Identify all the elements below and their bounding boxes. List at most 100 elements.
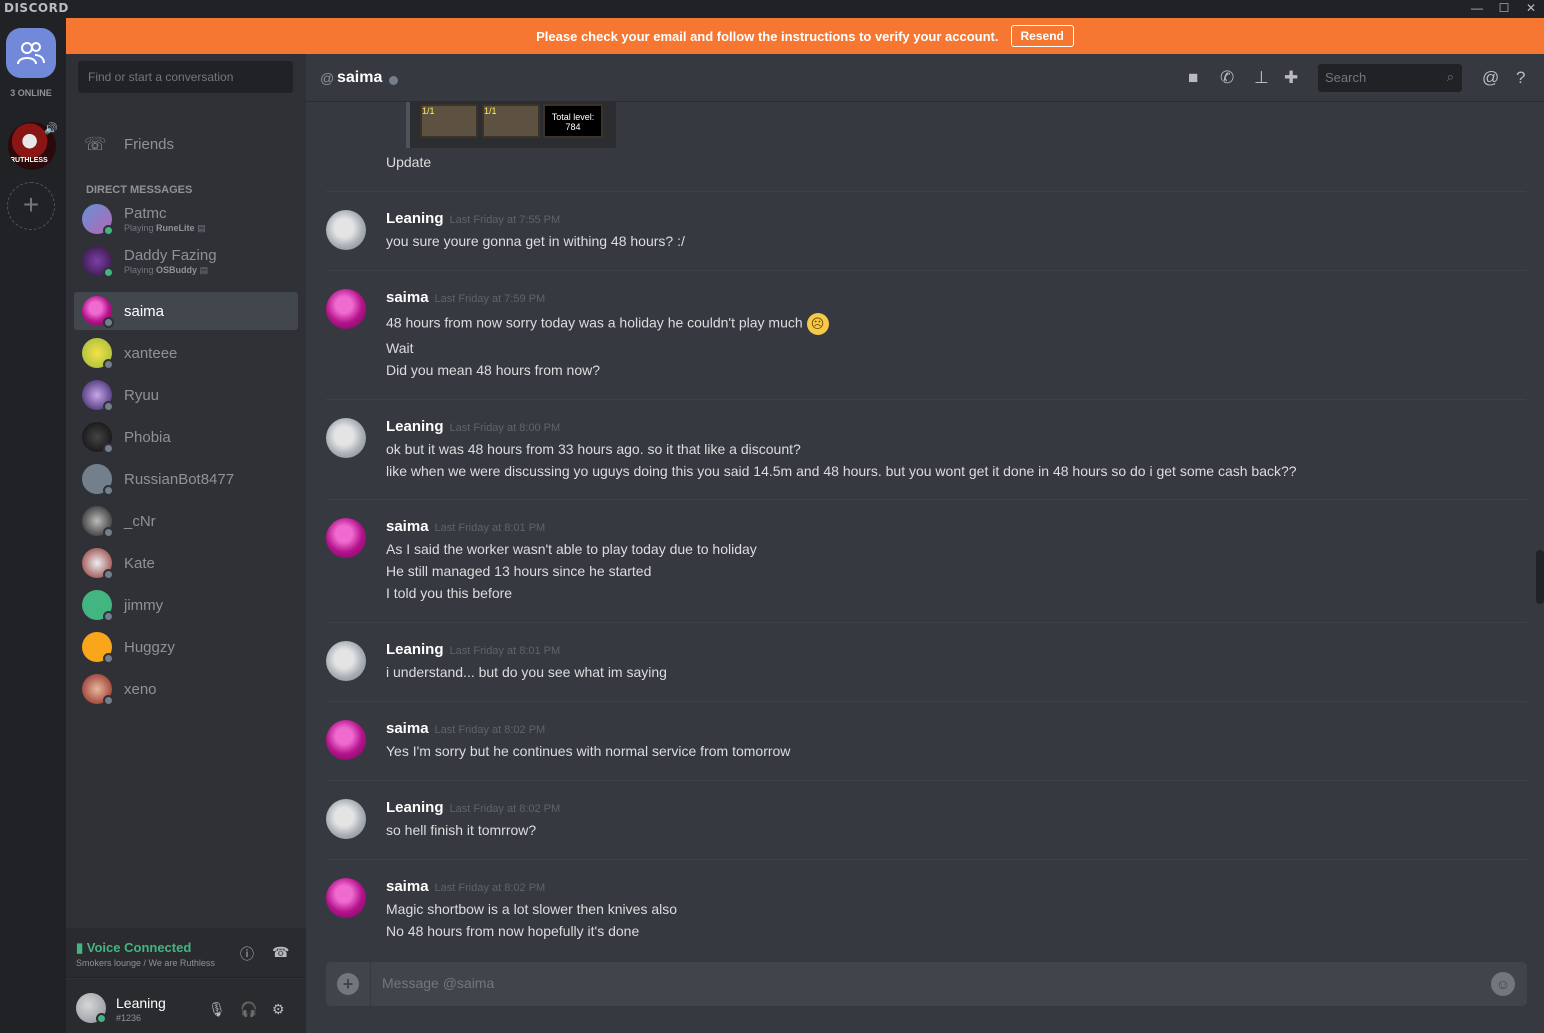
add-server-button[interactable]: + [7, 182, 55, 230]
message-author[interactable]: Leaning [386, 210, 444, 227]
message-composer: + Message @saima ☺ [326, 962, 1527, 1006]
voice-call-icon[interactable]: ✆ [1220, 68, 1234, 88]
home-button[interactable] [6, 28, 56, 78]
avatar[interactable] [326, 518, 366, 558]
avatar[interactable] [326, 799, 366, 839]
status-offline-indicator [103, 359, 114, 370]
avatar[interactable] [326, 641, 366, 681]
message-author[interactable]: saima [386, 878, 429, 895]
message-author[interactable]: saima [386, 518, 429, 535]
scrollbar-thumb[interactable] [1536, 550, 1544, 604]
dm-item-huggzy[interactable]: Huggzy [74, 628, 298, 666]
resend-button[interactable]: Resend [1010, 25, 1074, 47]
dm-name: RussianBot8477 [124, 470, 235, 488]
message-timestamp: Last Friday at 7:59 PM [434, 293, 546, 305]
status-offline-indicator [103, 317, 114, 328]
avatar[interactable] [326, 418, 366, 458]
dm-name: _cNr [124, 512, 156, 530]
skill-slot: 1/1 [420, 104, 478, 138]
message-text: I told you this before [386, 585, 513, 601]
message-timestamp: Last Friday at 7:55 PM [449, 214, 561, 226]
voice-panel: ▮ Voice Connected Smokers lounge / We ar… [66, 928, 306, 978]
avatar [82, 422, 114, 454]
message-text: Update [386, 154, 432, 170]
message-timestamp: Last Friday at 8:02 PM [434, 882, 546, 894]
voice-channel: Smokers lounge / We are Ruthless [76, 958, 215, 968]
emoji-picker-icon[interactable]: ☺ [1491, 972, 1515, 996]
settings-gear-icon[interactable]: ⚙ [272, 1001, 285, 1018]
friends-icon [17, 42, 45, 65]
message-group-embed: 1/1 1/1 Total level: 784 Update [326, 102, 1526, 192]
close-button[interactable]: ✕ [1518, 0, 1544, 18]
minimize-button[interactable]: — [1464, 0, 1490, 18]
avatar [82, 464, 114, 496]
dm-activity: Playing RuneLite ▤ [124, 222, 206, 233]
add-friend-icon[interactable]: ✚ [1284, 68, 1298, 88]
message-text: ok but it was 48 hours from 33 hours ago… [386, 441, 801, 457]
total-level-box: Total level: 784 [543, 104, 603, 138]
image-embed[interactable]: 1/1 1/1 Total level: 784 [406, 102, 616, 148]
avatar[interactable] [326, 720, 366, 760]
message-text: Yes I'm sorry but he continues with norm… [386, 743, 791, 759]
dm-item-cnr[interactable]: _cNr [74, 502, 298, 540]
dm-item-patmc[interactable]: Patmc Playing RuneLite ▤ [74, 200, 298, 238]
message-group: saima Last Friday at 7:59 PM 48 hours fro… [326, 271, 1526, 400]
friends-nav-item[interactable]: ☏ Friends [74, 128, 298, 160]
maximize-button[interactable]: ☐ [1491, 0, 1517, 18]
dm-item-daddy-fazing[interactable]: Daddy Fazing Playing OSBuddy ▤ [74, 242, 298, 280]
dm-item-ryuu[interactable]: Ryuu [74, 376, 298, 414]
dm-activity: Playing OSBuddy ▤ [124, 264, 209, 275]
channel-name: saima [337, 69, 383, 86]
voice-status: ▮ Voice Connected [76, 940, 192, 955]
message-text: Magic shortbow is a lot slower then kniv… [386, 901, 678, 917]
status-offline-indicator [103, 611, 114, 622]
dm-name: xanteee [124, 344, 178, 362]
dm-item-kate[interactable]: Kate [74, 544, 298, 582]
dm-item-jimmy[interactable]: jimmy [74, 586, 298, 624]
dm-item-phobia[interactable]: Phobia [74, 418, 298, 456]
conversation-search-input[interactable]: Find or start a conversation [78, 61, 293, 93]
video-call-icon[interactable]: ■ [1188, 68, 1198, 88]
avatar [82, 380, 114, 412]
server-rail: 3 ONLINE RUTHLESS 🔊 + [0, 18, 66, 1033]
scrollbar-track[interactable] [1536, 102, 1544, 940]
avatar [82, 246, 114, 278]
dm-item-russianbot8477[interactable]: RussianBot8477 [74, 460, 298, 498]
help-icon[interactable]: ? [1516, 68, 1525, 88]
microphone-icon[interactable]: 🎙 [208, 1001, 226, 1018]
dm-name: xeno [124, 680, 157, 698]
headphones-icon[interactable]: 🎧 [240, 1001, 257, 1018]
status-offline-indicator [103, 401, 114, 412]
dm-item-saima[interactable]: saima [74, 292, 298, 330]
avatar[interactable] [326, 210, 366, 250]
dm-item-xeno[interactable]: xeno [74, 670, 298, 708]
avatar[interactable] [326, 878, 366, 918]
message-author[interactable]: Leaning [386, 799, 444, 816]
avatar[interactable] [326, 289, 366, 329]
message-timestamp: Last Friday at 8:02 PM [449, 803, 561, 815]
message-author[interactable]: saima [386, 289, 429, 306]
dm-name: Patmc [124, 204, 167, 222]
dm-name: Kate [124, 554, 155, 572]
message-input[interactable]: Message @saima [382, 975, 494, 991]
search-input[interactable]: Search ⌕ [1318, 64, 1462, 92]
message-timestamp: Last Friday at 8:02 PM [434, 724, 546, 736]
signal-icon: ▮ [76, 940, 84, 955]
dm-item-xanteee[interactable]: xanteee [74, 334, 298, 372]
message-author[interactable]: Leaning [386, 418, 444, 435]
divider [370, 962, 371, 1006]
message-group: Leaning Last Friday at 8:01 PM i understa… [326, 623, 1526, 702]
message-text: As I said the worker wasn't able to play… [386, 541, 757, 557]
upload-plus-icon[interactable]: + [337, 973, 359, 995]
message-text: i understand... but do you see what im s… [386, 664, 667, 680]
disconnect-icon[interactable]: ☎ [272, 944, 289, 961]
message-author[interactable]: saima [386, 720, 429, 737]
dm-name: saima [124, 302, 165, 320]
avatar [82, 590, 114, 622]
friends-wave-icon: ☏ [84, 133, 107, 154]
verify-email-banner: Please check your email and follow the i… [66, 18, 1544, 54]
pin-icon[interactable]: ⊥ [1254, 68, 1269, 88]
mentions-icon[interactable]: @ [1482, 68, 1499, 88]
info-icon[interactable]: ⓘ [240, 944, 254, 964]
message-author[interactable]: Leaning [386, 641, 444, 658]
